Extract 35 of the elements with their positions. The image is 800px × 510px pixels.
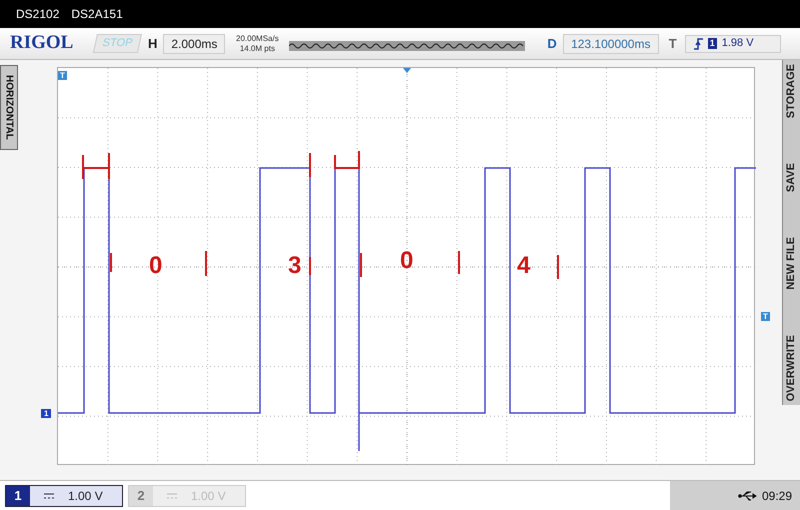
menu-item[interactable]: STORAGE	[783, 64, 800, 118]
logo: RIGOL	[10, 31, 74, 56]
bit-value-label: 4	[517, 254, 530, 278]
channel-number: 1	[6, 486, 30, 506]
horizontal-tab[interactable]: HORIZONTAL	[0, 65, 18, 150]
trigger-label: T	[668, 34, 677, 53]
delay-label: D	[547, 34, 557, 53]
usb-icon	[738, 490, 758, 500]
menu-item[interactable]: NEW FILE	[783, 237, 800, 290]
dc-coupling-icon	[44, 492, 54, 498]
model-name: DS2102	[16, 6, 60, 23]
channel-marker: 1	[41, 409, 52, 418]
channel-number: 2	[129, 486, 153, 506]
run-state: STOP	[93, 34, 142, 53]
bit-value-label: 3	[288, 254, 302, 278]
timebase-value: 2.000ms	[163, 34, 226, 54]
channel-box[interactable]: 1 1.00 V	[5, 484, 123, 506]
bit-value-label: 0	[400, 249, 414, 273]
trigger-position-marker: T	[58, 71, 67, 80]
horizontal-label: H	[148, 34, 158, 53]
memory-depth: 14.0M pts	[240, 44, 275, 54]
dc-coupling-icon	[167, 492, 177, 498]
delay-value: 123.100000ms	[562, 34, 659, 54]
trigger-pointer-icon	[403, 68, 411, 73]
rising-edge-icon	[694, 38, 703, 50]
menu-item[interactable]: OVERWRITE	[783, 334, 800, 401]
serial-number: DS2A151	[71, 6, 123, 23]
menu-item[interactable]: SAVE	[783, 163, 800, 192]
sample-rate: 20.00MSa/s	[236, 34, 279, 44]
trigger-level: 1.98 V	[722, 36, 754, 52]
channel-scale: 1.00 V	[68, 488, 103, 504]
clock-time: 09:29	[762, 488, 792, 504]
bit-value-label: 0	[149, 254, 162, 278]
trigger-level-marker: T	[761, 312, 770, 321]
trigger-source: 1	[708, 38, 717, 49]
